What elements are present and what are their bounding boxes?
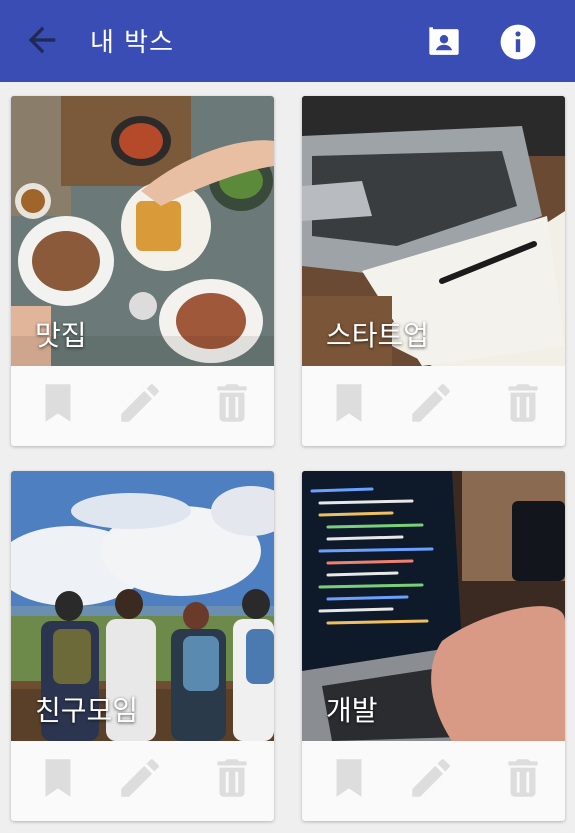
trash-icon — [217, 759, 247, 797]
box-card-dev[interactable]: 개발 — [302, 471, 565, 821]
bookmark-button[interactable] — [324, 378, 374, 428]
delete-button[interactable] — [498, 378, 548, 428]
box-card-friends[interactable]: 친구모임 — [11, 471, 274, 821]
box-card-startup[interactable]: 스타트업 — [302, 96, 565, 446]
bookmark-button[interactable] — [33, 378, 83, 428]
card-label: 개발 — [326, 694, 378, 727]
edit-button[interactable] — [115, 378, 165, 428]
pencil-icon — [412, 759, 450, 797]
bookmark-icon — [336, 384, 362, 422]
contact-card-icon — [429, 27, 459, 55]
bookmark-icon — [45, 759, 71, 797]
card-actions — [302, 741, 565, 821]
pencil-icon — [412, 384, 450, 422]
bookmark-button[interactable] — [33, 753, 83, 803]
card-label: 맛집 — [35, 319, 87, 352]
card-actions — [11, 366, 274, 446]
pencil-icon — [121, 384, 159, 422]
bookmark-button[interactable] — [324, 753, 374, 803]
bookmark-icon — [336, 759, 362, 797]
trash-icon — [508, 759, 538, 797]
delete-button[interactable] — [207, 753, 257, 803]
info-icon — [500, 24, 536, 60]
trash-icon — [217, 384, 247, 422]
card-actions — [11, 741, 274, 821]
trash-icon — [508, 384, 538, 422]
box-card-food[interactable]: 맛집 — [11, 96, 274, 446]
edit-button[interactable] — [115, 753, 165, 803]
arrow-back-icon — [28, 26, 56, 54]
page-title: 내 박스 — [90, 28, 175, 58]
info-button[interactable] — [496, 20, 540, 64]
delete-button[interactable] — [207, 378, 257, 428]
card-label: 친구모임 — [35, 694, 139, 727]
edit-button[interactable] — [406, 378, 456, 428]
contact-button[interactable] — [422, 20, 466, 64]
card-label: 스타트업 — [326, 319, 430, 352]
edit-button[interactable] — [406, 753, 456, 803]
card-actions — [302, 366, 565, 446]
back-button[interactable] — [22, 20, 62, 60]
pencil-icon — [121, 759, 159, 797]
delete-button[interactable] — [498, 753, 548, 803]
app-bar: 내 박스 — [0, 0, 575, 82]
bookmark-icon — [45, 384, 71, 422]
